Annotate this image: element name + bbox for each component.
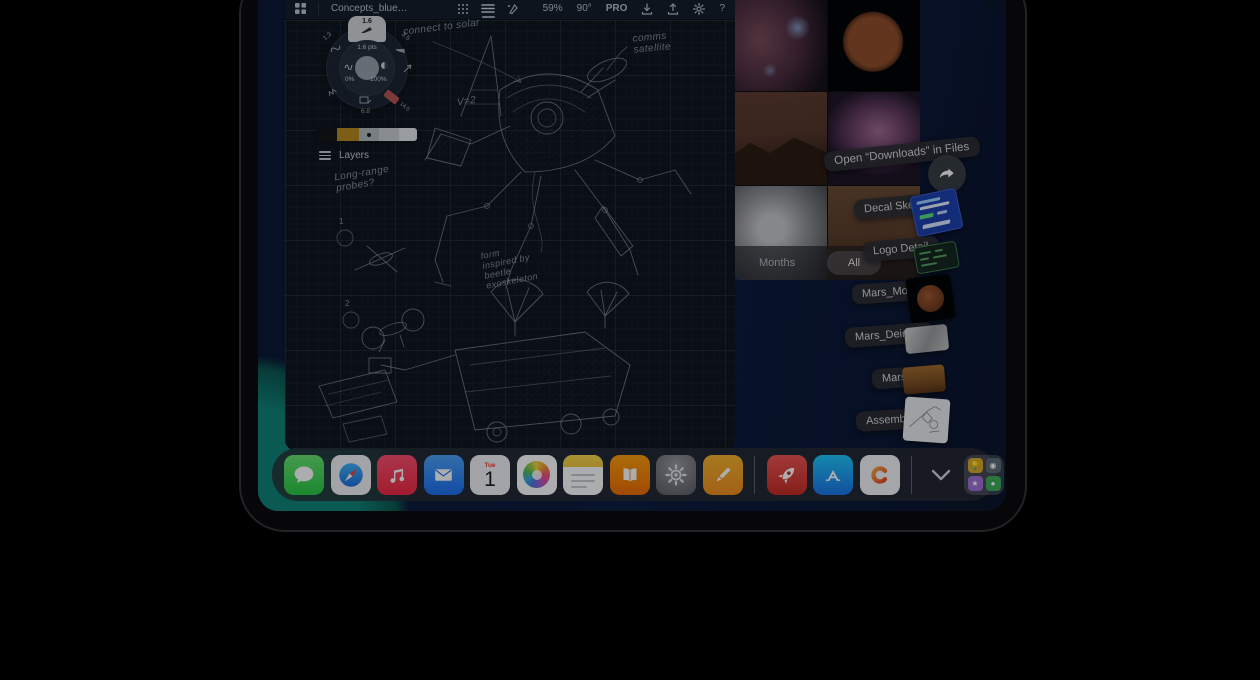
photo-mars-planet[interactable] bbox=[828, 0, 920, 91]
color-swatch-gray[interactable] bbox=[359, 128, 379, 141]
music-note-icon bbox=[385, 463, 409, 487]
annotation-comms: comms satellite bbox=[632, 30, 671, 55]
fill-tool-icon[interactable] bbox=[359, 96, 372, 105]
tab-months[interactable]: Months bbox=[759, 257, 795, 269]
layers-panel-icon[interactable] bbox=[481, 3, 495, 14]
photos-flower-icon bbox=[523, 461, 550, 488]
photos-app-window: Months All bbox=[735, 0, 920, 280]
mail-app-icon[interactable] bbox=[424, 455, 464, 495]
creative-c-app-icon[interactable] bbox=[860, 455, 900, 495]
calendar-app-icon[interactable]: Tue 1 bbox=[470, 455, 510, 495]
rocket-icon bbox=[774, 462, 800, 488]
zoom-level[interactable]: 59% bbox=[543, 3, 563, 14]
books-app-icon[interactable] bbox=[610, 455, 650, 495]
mini-app-green: ● bbox=[986, 476, 1001, 491]
tool-size-right[interactable]: 3.5 bbox=[400, 31, 411, 42]
notes-app-icon[interactable] bbox=[563, 455, 603, 495]
app-store-a-icon bbox=[820, 462, 846, 488]
opacity-value: 100% bbox=[370, 76, 387, 83]
mini-app-yellow: 💡 bbox=[968, 458, 983, 473]
rocket-app-icon[interactable] bbox=[767, 455, 807, 495]
color-swatch-white[interactable] bbox=[399, 128, 417, 141]
selection-arrow-icon[interactable] bbox=[403, 64, 412, 73]
ipad-screen: Concepts_blue… 59% 90° PRO bbox=[258, 0, 1006, 511]
safari-app-icon[interactable] bbox=[331, 455, 371, 495]
toolbar-separator bbox=[318, 3, 319, 15]
document-title[interactable]: Concepts_blue… bbox=[331, 3, 408, 14]
gallery-grid-icon[interactable] bbox=[295, 3, 306, 14]
tool-size-bottom: 6.8 bbox=[361, 108, 370, 115]
dock-divider bbox=[754, 456, 755, 494]
drag-thumb-mars-deimos[interactable] bbox=[904, 324, 949, 354]
app-library-icon[interactable]: 💡 ◉ ★ ● bbox=[964, 455, 1004, 495]
smoothing-icon bbox=[344, 61, 353, 70]
smoothing-value: 0% bbox=[345, 76, 354, 83]
mini-app-gray: ◉ bbox=[986, 458, 1001, 473]
photos-app-icon[interactable] bbox=[517, 455, 557, 495]
tool-wheel[interactable]: 1.6 1.3 3.5 14.5 6.8 1.6 pts 0% 10 bbox=[315, 16, 419, 120]
gear-icon bbox=[663, 462, 689, 488]
forward-arrow-icon bbox=[936, 163, 958, 185]
concepts-app-window: Concepts_blue… 59% 90° PRO bbox=[285, 0, 735, 450]
drag-thumb-mars[interactable] bbox=[902, 364, 946, 395]
notes-line bbox=[571, 480, 595, 483]
photo-horsehead-nebula[interactable] bbox=[735, 0, 827, 91]
photo-mars-landscape[interactable] bbox=[735, 92, 827, 185]
chat-bubble-icon bbox=[291, 462, 317, 488]
pro-badge[interactable]: PRO bbox=[606, 3, 628, 14]
app-library-grid: 💡 ◉ ★ ● bbox=[968, 458, 1001, 491]
help-button[interactable]: ? bbox=[719, 3, 725, 14]
notes-line bbox=[571, 474, 595, 477]
color-swatch-light-gray[interactable] bbox=[379, 128, 399, 141]
sketch-pen-app-icon[interactable] bbox=[703, 455, 743, 495]
color-swatch-black[interactable] bbox=[317, 128, 337, 141]
eraser-size: 14.5 bbox=[398, 101, 410, 112]
calendar-day: 1 bbox=[484, 469, 496, 491]
dock: Tue 1 bbox=[272, 448, 996, 501]
envelope-icon bbox=[431, 462, 456, 487]
color-palette-bar[interactable] bbox=[317, 128, 417, 141]
settings-gear-icon[interactable] bbox=[693, 3, 705, 15]
open-book-icon bbox=[618, 463, 642, 487]
tool-size-left[interactable]: 1.3 bbox=[322, 31, 333, 42]
opacity-icon bbox=[381, 62, 388, 69]
compass-icon bbox=[336, 460, 366, 490]
probe-number-1: 1 bbox=[339, 216, 344, 227]
messages-app-icon[interactable] bbox=[284, 455, 324, 495]
layers-menu-icon bbox=[319, 151, 331, 160]
share-forward-button[interactable] bbox=[928, 155, 966, 193]
dock-collapse-button[interactable] bbox=[924, 455, 958, 495]
chevron-down-icon bbox=[930, 469, 952, 481]
active-tool-pencil[interactable]: 1.6 bbox=[348, 16, 386, 42]
dock-divider bbox=[911, 456, 912, 494]
precision-grid-icon[interactable] bbox=[457, 3, 469, 15]
import-icon[interactable] bbox=[641, 3, 653, 15]
photo-grid bbox=[735, 0, 920, 280]
notes-line bbox=[571, 486, 587, 489]
selected-color-dot bbox=[367, 133, 371, 137]
color-swatch-gold[interactable] bbox=[337, 128, 359, 141]
stroke-width-label: 1.6 pts bbox=[315, 44, 419, 51]
drag-thumb-assembly[interactable] bbox=[903, 396, 951, 443]
pen-nib-icon[interactable] bbox=[507, 3, 519, 15]
layers-button[interactable]: Layers bbox=[319, 150, 369, 161]
layers-label: Layers bbox=[339, 150, 369, 161]
music-app-icon[interactable] bbox=[377, 455, 417, 495]
export-icon[interactable] bbox=[667, 3, 679, 15]
rotation-value[interactable]: 90° bbox=[577, 3, 592, 14]
settings-app-icon[interactable] bbox=[656, 455, 696, 495]
c-logo-icon bbox=[867, 462, 893, 488]
notes-header-strip bbox=[563, 455, 603, 467]
mini-app-purple: ★ bbox=[968, 476, 983, 491]
app-store-app-icon[interactable] bbox=[813, 455, 853, 495]
photo-orion-nebula[interactable] bbox=[828, 92, 920, 185]
stage: Concepts_blue… 59% 90° PRO bbox=[0, 0, 1260, 680]
pen-icon bbox=[710, 462, 736, 488]
drag-thumb-mars-model[interactable] bbox=[905, 273, 956, 324]
probe-number-2: 2 bbox=[345, 298, 350, 309]
